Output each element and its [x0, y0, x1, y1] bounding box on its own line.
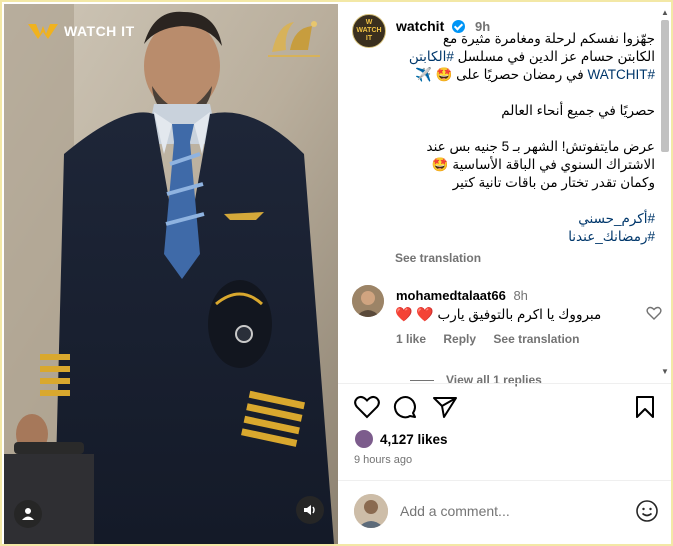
hashtag-link[interactable]: #الكابتن [409, 49, 454, 64]
share-send-icon[interactable] [432, 394, 458, 420]
replies-line [410, 379, 434, 381]
commenter-photo [352, 285, 384, 317]
divider [338, 383, 671, 384]
caption-line: حصريًا في جميع أنحاء العالم [501, 103, 655, 118]
user-icon [22, 508, 34, 520]
comment-likes[interactable]: 1 like [396, 332, 426, 346]
post-details-panel: W WATCH IT watchit 9h جهّزوا نفسكم لرحلة … [338, 4, 671, 544]
comment-hearts: ❤️ ❤️ [395, 306, 434, 322]
save-bookmark-icon[interactable] [633, 394, 657, 420]
likes-summary[interactable]: 4,127 likes [354, 429, 448, 449]
post-timestamp[interactable]: 9 hours ago [354, 454, 412, 466]
comment-time: 8h [513, 288, 528, 303]
comment-reply-button[interactable]: Reply [443, 332, 476, 346]
comment-meta: 1 like Reply See translation [396, 332, 593, 346]
audio-toggle-button[interactable] [296, 496, 324, 524]
post-caption: جهّزوا نفسكم لرحلة ومغامرة مثيرة مع الكا… [395, 30, 655, 246]
post-actions-bar [354, 394, 659, 424]
hashtag-link[interactable]: #أكرم_حسني [395, 210, 655, 228]
ramadan-logo-icon [268, 21, 320, 57]
tagged-users-button[interactable] [14, 500, 42, 528]
brand-text: WATCH IT [64, 23, 135, 39]
comment-bubble-icon[interactable] [392, 394, 418, 420]
view-replies-label: View all 1 replies [446, 373, 542, 387]
likes-count: 4,127 likes [380, 431, 448, 447]
caption-line: الاشتراك السنوي في الباقة الأساسية 🤩 [431, 157, 655, 172]
see-translation-link[interactable]: See translation [395, 251, 481, 265]
liker-avatar [354, 429, 374, 449]
caption-line: الكابتن حسام عز الدين في مسلسل #الكابتن [408, 49, 655, 64]
like-heart-icon[interactable] [354, 394, 380, 420]
caption-line: وكمان تقدر تختار من باقات تانية كتير [452, 175, 655, 190]
author-avatar[interactable]: W WATCH IT [352, 14, 386, 48]
hashtag-link[interactable]: #WATCHIT [587, 67, 655, 82]
scrollbar-thumb[interactable] [661, 20, 669, 152]
add-comment-input[interactable] [400, 503, 600, 519]
caption-line: عرض مايتفوتش! الشهر بـ 5 جنيه بس عند [426, 139, 655, 154]
hashtag-link[interactable]: #رمضانك_عندنا [395, 228, 655, 246]
comment-see-translation[interactable]: See translation [493, 332, 579, 346]
current-user-avatar [354, 494, 388, 528]
divider [338, 480, 671, 481]
watchit-brand-logo: WATCH IT [28, 22, 135, 40]
commenter-avatar[interactable] [352, 285, 384, 317]
caption-line: #WATCHIT في رمضان حصريًا على 🤩 ✈️ [415, 67, 655, 82]
comment-body: مبرووك يا اكرم بالتوفيق يارب [437, 307, 602, 322]
speaker-icon [304, 505, 315, 515]
instagram-post-modal: WATCH IT W WATCH IT watchit 9h جهّزوا نف… [0, 0, 673, 546]
commenter-username[interactable]: mohamedtalaat66 [396, 288, 506, 303]
watchit-w-icon [28, 24, 58, 39]
view-replies-button[interactable]: View all 1 replies [410, 373, 542, 387]
post-media-video[interactable]: WATCH IT [4, 4, 338, 544]
scroll-down-arrow-icon[interactable]: ▼ [661, 367, 669, 376]
commenter-line: mohamedtalaat66 8h [396, 288, 528, 303]
comments-scrollbar[interactable]: ▲ ▼ [659, 4, 671, 380]
emoji-icon[interactable] [635, 499, 659, 523]
add-comment-bar [354, 494, 659, 528]
video-frame-illustration [4, 4, 338, 544]
current-user-photo [354, 494, 388, 528]
comment-text: مبرووك يا اكرم بالتوفيق يارب ❤️ ❤️ [395, 306, 601, 323]
scroll-up-arrow-icon[interactable]: ▲ [661, 8, 669, 17]
caption-line: جهّزوا نفسكم لرحلة ومغامرة مثيرة مع [442, 31, 655, 46]
avatar-logo: W WATCH IT [356, 19, 382, 42]
